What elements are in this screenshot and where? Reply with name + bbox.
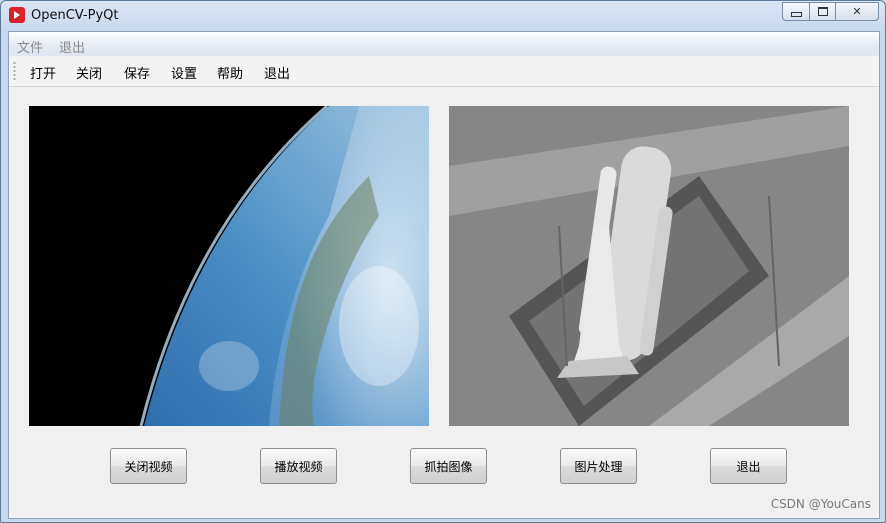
toolbar-grip-handle[interactable]	[13, 61, 16, 82]
maximize-button[interactable]	[809, 2, 835, 21]
toolbar-settings[interactable]: 设置	[171, 63, 197, 82]
menu-exit[interactable]: 退出	[59, 37, 85, 56]
exit-button[interactable]: 退出	[710, 448, 787, 484]
menu-bar: 文件 退出	[9, 32, 879, 56]
title-bar[interactable]: OpenCV-PyQt ✕	[1, 1, 885, 31]
image-processing-button[interactable]: 图片处理	[560, 448, 637, 484]
toolbar-close[interactable]: 关闭	[76, 63, 102, 82]
toolbar-exit[interactable]: 退出	[264, 63, 290, 82]
watermark-text: CSDN @YouCans	[770, 497, 871, 511]
maximize-icon	[817, 7, 828, 16]
main-client-area: 文件 退出 打开 关闭 保存 设置 帮助 退出 关闭视频 播放视频 抓拍图像 图…	[8, 31, 880, 519]
close-button[interactable]: ✕	[835, 2, 879, 21]
minimize-icon	[790, 11, 802, 17]
toolbar-open[interactable]: 打开	[30, 63, 56, 82]
processed-image-frame	[449, 106, 849, 426]
app-logo-icon	[9, 7, 25, 23]
window-title: OpenCV-PyQt	[31, 8, 119, 23]
capture-image-button[interactable]: 抓拍图像	[410, 448, 487, 484]
toolbar-help[interactable]: 帮助	[217, 63, 243, 82]
close-icon: ✕	[852, 5, 862, 18]
menu-file[interactable]: 文件	[17, 37, 43, 56]
toolbar-save[interactable]: 保存	[124, 63, 150, 82]
video-display-left	[29, 106, 429, 426]
toolbar: 打开 关闭 保存 设置 帮助 退出	[9, 56, 879, 87]
earth-video-frame	[29, 106, 429, 426]
play-video-button[interactable]: 播放视频	[260, 448, 337, 484]
video-display-right	[449, 106, 849, 426]
minimize-button[interactable]	[782, 2, 809, 21]
close-video-button[interactable]: 关闭视频	[110, 448, 187, 484]
app-window: OpenCV-PyQt ✕ 文件 退出 打开 关闭 保存 设置 帮助 退出 关闭…	[0, 0, 886, 523]
window-controls: ✕	[782, 2, 879, 21]
